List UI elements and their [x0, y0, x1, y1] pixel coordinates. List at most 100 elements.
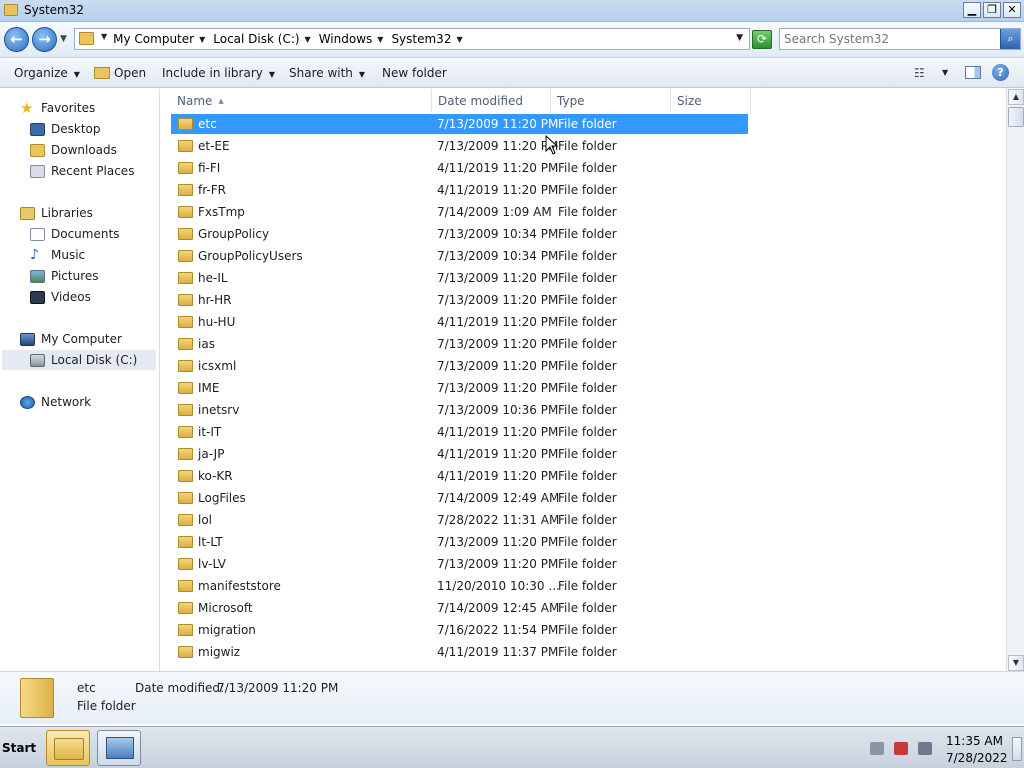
breadcrumb: ▼ My Computer ▼ Local Disk (C:) ▼ Windows ▼…	[99, 32, 467, 46]
file-name: Microsoft	[198, 601, 253, 615]
scroll-up-button[interactable]: ▲	[1008, 89, 1024, 105]
table-row[interactable]: he-IL 7/13/2009 11:20 PM File folder	[171, 268, 748, 288]
nav-network[interactable]: Network	[20, 392, 91, 412]
file-name: LogFiles	[198, 491, 246, 505]
sort-ascending-icon: ▲	[218, 97, 224, 105]
table-row[interactable]: GroupPolicyUsers 7/13/2009 10:34 PM File f…	[171, 246, 748, 266]
table-row[interactable]: etc 7/13/2009 11:20 PM File folder	[171, 114, 748, 134]
navigation-pane: ★ Favorites Desktop Downloads Recent Plac…	[0, 89, 160, 671]
view-options-dropdown[interactable]: ▼	[942, 68, 948, 77]
nav-downloads[interactable]: Downloads	[30, 140, 117, 160]
folder-icon	[54, 738, 84, 760]
table-row[interactable]: manifeststore 11/20/2010 10:30 ... File fo…	[171, 576, 748, 596]
table-row[interactable]: FxsTmp 7/14/2009 1:09 AM File folder	[171, 202, 748, 222]
show-desktop-button[interactable]	[1012, 737, 1022, 761]
file-name: etc	[198, 117, 217, 131]
nav-local-disk[interactable]: Local Disk (C:)	[2, 350, 156, 370]
forward-button[interactable]: →	[32, 27, 57, 52]
file-type: File folder	[558, 513, 617, 527]
file-name: manifeststore	[198, 579, 281, 593]
table-row[interactable]: Microsoft 7/14/2009 12:45 AM File folder	[171, 598, 748, 618]
back-button[interactable]: ←	[4, 27, 29, 52]
column-header-type[interactable]: Type	[551, 89, 671, 113]
table-row[interactable]: migwiz 4/11/2019 11:37 PM File folder	[171, 642, 748, 662]
refresh-button[interactable]: ⟳	[752, 30, 772, 49]
table-row[interactable]: GroupPolicy 7/13/2009 10:34 PM File folder	[171, 224, 748, 244]
nav-pictures[interactable]: Pictures	[30, 266, 99, 286]
table-row[interactable]: et-EE 7/13/2009 11:20 PM File folder	[171, 136, 748, 156]
breadcrumb-root-arrow[interactable]: ▼	[99, 32, 109, 46]
folder-icon	[178, 118, 193, 130]
column-header-date[interactable]: Date modified	[432, 89, 551, 113]
table-row[interactable]: fr-FR 4/11/2019 11:20 PM File folder	[171, 180, 748, 200]
folder-icon	[178, 162, 193, 174]
folder-icon	[178, 294, 193, 306]
table-row[interactable]: it-IT 4/11/2019 11:20 PM File folder	[171, 422, 748, 442]
file-name: GroupPolicyUsers	[198, 249, 303, 263]
breadcrumb-local-disk[interactable]: Local Disk (C:) ▼	[209, 32, 314, 46]
breadcrumb-my-computer[interactable]: My Computer ▼	[109, 32, 209, 46]
scroll-thumb[interactable]	[1008, 107, 1024, 127]
breadcrumb-system32[interactable]: System32 ▼	[387, 32, 466, 46]
search-button[interactable]: ⌕	[1000, 29, 1020, 49]
table-row[interactable]: inetsrv 7/13/2009 10:36 PM File folder	[171, 400, 748, 420]
table-row[interactable]: ko-KR 4/11/2019 11:20 PM File folder	[171, 466, 748, 486]
table-row[interactable]: icsxml 7/13/2009 11:20 PM File folder	[171, 356, 748, 376]
nav-videos[interactable]: Videos	[30, 287, 91, 307]
file-type: File folder	[558, 447, 617, 461]
taskbar-explorer-button[interactable]	[46, 730, 90, 766]
action-center-icon[interactable]	[894, 742, 908, 755]
column-header-size[interactable]: Size	[671, 89, 751, 113]
table-row[interactable]: migration 7/16/2022 11:54 PM File folder	[171, 620, 748, 640]
nav-music[interactable]: ♪ Music	[30, 245, 85, 265]
table-row[interactable]: ias 7/13/2009 11:20 PM File folder	[171, 334, 748, 354]
table-row[interactable]: fi-FI 4/11/2019 11:20 PM File folder	[171, 158, 748, 178]
nav-my-computer[interactable]: My Computer	[20, 329, 122, 349]
new-folder-button[interactable]: New folder	[382, 66, 447, 80]
organize-menu[interactable]: Organize ▼	[14, 66, 80, 80]
help-button[interactable]: ?	[992, 64, 1009, 81]
address-history-dropdown[interactable]: ▼	[736, 33, 743, 43]
nav-recent-places[interactable]: Recent Places	[30, 161, 134, 181]
minimize-button[interactable]: ▁	[963, 2, 981, 18]
details-view-icon: ☷	[914, 66, 925, 80]
nav-libraries[interactable]: Libraries	[20, 203, 93, 223]
search-box[interactable]: ⌕	[779, 28, 1021, 50]
table-row[interactable]: hr-HR 7/13/2009 11:20 PM File folder	[171, 290, 748, 310]
maximize-button[interactable]: ❐	[983, 2, 1001, 18]
nav-desktop[interactable]: Desktop	[30, 119, 101, 139]
table-row[interactable]: lv-LV 7/13/2009 11:20 PM File folder	[171, 554, 748, 574]
table-row[interactable]: lol 7/28/2022 11:31 AM File folder	[171, 510, 748, 530]
table-row[interactable]: ja-JP 4/11/2019 11:20 PM File folder	[171, 444, 748, 464]
search-input[interactable]	[784, 31, 994, 47]
nav-favorites[interactable]: ★ Favorites	[20, 98, 95, 118]
change-view-button[interactable]: ☷	[914, 66, 925, 80]
include-in-library-menu[interactable]: Include in library ▼	[162, 66, 275, 80]
table-row[interactable]: lt-LT 7/13/2009 11:20 PM File folder	[171, 532, 748, 552]
breadcrumb-windows[interactable]: Windows ▼	[315, 32, 388, 46]
volume-icon[interactable]	[918, 742, 932, 755]
preview-pane-button[interactable]	[965, 66, 981, 79]
clock-time[interactable]: 11:35 AM	[946, 734, 1003, 748]
clock-date[interactable]: 7/28/2022	[946, 751, 1008, 765]
file-type: File folder	[558, 579, 617, 593]
open-button[interactable]: Open	[94, 66, 146, 80]
scroll-down-button[interactable]: ▼	[1008, 655, 1024, 671]
table-row[interactable]: LogFiles 7/14/2009 12:49 AM File folder	[171, 488, 748, 508]
details-date-label: Date modified:	[135, 681, 225, 695]
network-tray-icon[interactable]	[870, 742, 884, 755]
file-date-modified: 7/13/2009 10:34 PM	[437, 249, 559, 263]
close-button[interactable]: ✕	[1003, 2, 1021, 18]
taskbar-server-manager-button[interactable]	[97, 730, 141, 766]
vertical-scrollbar[interactable]: ▲ ▼	[1006, 89, 1024, 671]
share-with-menu[interactable]: Share with ▼	[289, 66, 365, 80]
column-header-name[interactable]: Name ▲	[171, 89, 432, 113]
table-row[interactable]: hu-HU 4/11/2019 11:20 PM File folder	[171, 312, 748, 332]
start-button[interactable]: Start	[2, 731, 36, 765]
address-bar[interactable]: ▼ My Computer ▼ Local Disk (C:) ▼ Windows ▼…	[74, 28, 750, 50]
recent-pages-dropdown[interactable]: ▼	[60, 34, 67, 44]
folder-icon	[178, 140, 193, 152]
table-row[interactable]: IME 7/13/2009 11:20 PM File folder	[171, 378, 748, 398]
file-name: he-IL	[198, 271, 228, 285]
nav-documents[interactable]: Documents	[30, 224, 119, 244]
